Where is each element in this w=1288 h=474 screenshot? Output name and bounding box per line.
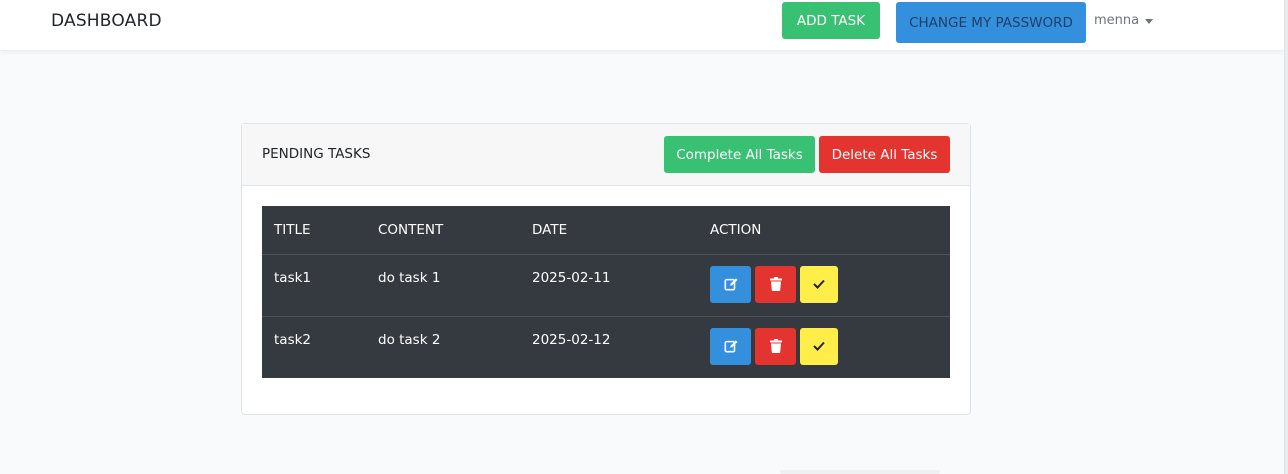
delete-all-tasks-button[interactable]: Delete All Tasks (819, 136, 950, 173)
trash-icon (769, 339, 782, 353)
card-header: PENDING TASKS Complete All Tasks Delete … (242, 124, 970, 186)
task-content-cell: do task 1 (378, 269, 441, 286)
edit-icon (724, 340, 737, 353)
column-header-date: DATE (520, 206, 698, 255)
task-title-cell: task2 (262, 315, 366, 378)
task-date-cell: 2025-02-12 (520, 315, 698, 378)
task-date-cell: 2025-02-11 (532, 269, 611, 286)
brand-title[interactable]: DASHBOARD (51, 11, 162, 31)
trash-icon (769, 277, 782, 291)
user-name: menna (1094, 13, 1140, 28)
edit-task-button[interactable] (710, 327, 751, 365)
task-content-cell: do task 2 (366, 315, 520, 378)
column-header-title: TITLE (262, 206, 366, 255)
tasks-table: TITLE CONTENT DATE ACTION task1 do task … (262, 206, 950, 378)
complete-task-button[interactable] (800, 327, 838, 365)
task-actions-cell (698, 254, 950, 316)
pending-tasks-card: PENDING TASKS Complete All Tasks Delete … (241, 123, 971, 415)
edit-task-button[interactable] (710, 265, 751, 303)
table-row: task2 do task 2 2025-02-12 (262, 315, 950, 378)
footer-fragment (780, 470, 940, 474)
column-header-content: CONTENT (366, 206, 520, 255)
delete-task-button[interactable] (755, 327, 796, 365)
table-row: task1 do task 1 2025-02-11 (262, 254, 950, 316)
edit-icon (724, 278, 737, 291)
add-task-button[interactable]: ADD TASK (782, 2, 880, 39)
top-navbar: DASHBOARD ADD TASK CHANGE MY PASSWORD me… (0, 0, 1284, 51)
complete-task-button[interactable] (800, 265, 838, 303)
table-header-row: TITLE CONTENT DATE ACTION (262, 206, 950, 255)
caret-down-icon (1145, 19, 1154, 24)
check-icon (813, 279, 825, 289)
task-title-cell: task1 (274, 269, 312, 286)
check-icon (813, 341, 825, 351)
scrollbar[interactable] (1284, 0, 1288, 474)
change-password-button[interactable]: CHANGE MY PASSWORD (896, 2, 1086, 43)
complete-all-tasks-button[interactable]: Complete All Tasks (664, 136, 815, 173)
card-title: PENDING TASKS (262, 146, 371, 162)
task-actions-cell (698, 315, 950, 378)
user-dropdown[interactable]: menna (1094, 13, 1154, 28)
column-header-action: ACTION (698, 206, 950, 255)
delete-task-button[interactable] (755, 265, 796, 303)
